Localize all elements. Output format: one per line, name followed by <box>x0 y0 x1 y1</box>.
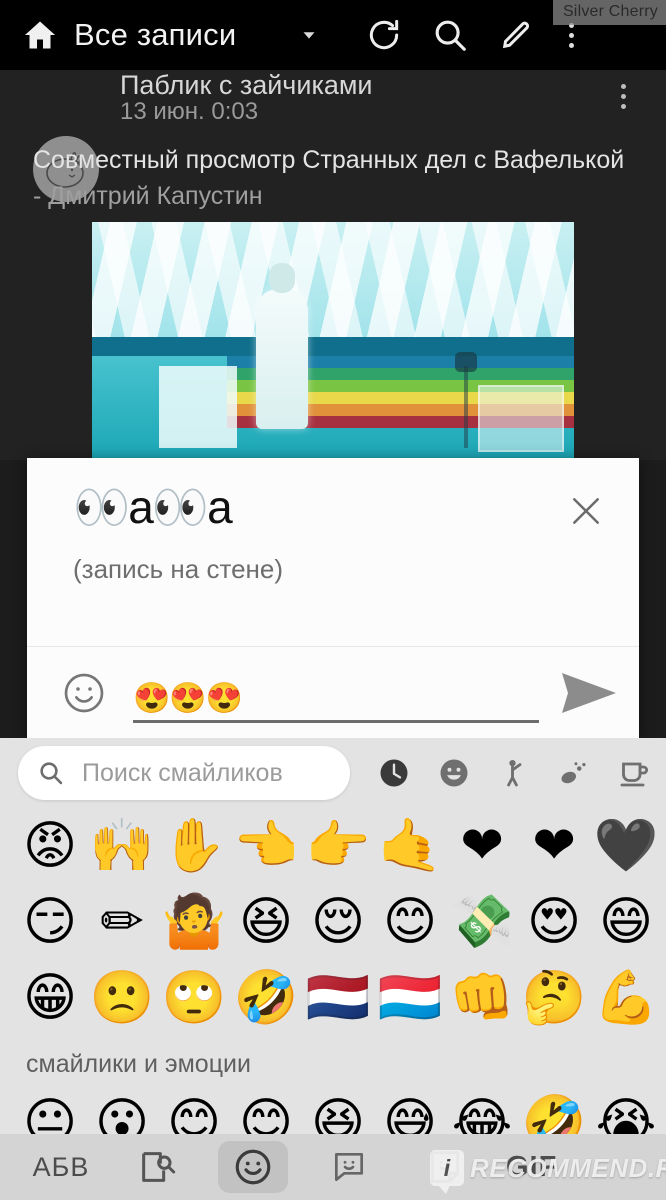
smiley-outline-icon[interactable] <box>57 666 111 720</box>
dialog-title: 👀a👀a <box>73 481 233 533</box>
home-icon[interactable] <box>20 15 60 55</box>
comment-dialog: 👀a👀a (запись на стене) 😍😍😍 <box>27 458 639 738</box>
emoji-row: 😡 🙌 ✋ 👈 👉 🤙 ❤ ❤ 🖤 <box>0 808 666 884</box>
post-author[interactable]: Паблик с зайчиками <box>120 70 373 101</box>
emoji-category-people[interactable] <box>490 749 538 797</box>
emoji-grid: 😡 🙌 ✋ 👈 👉 🤙 ❤ ❤ 🖤 😏 ✏ 🤷 😆 😌 😊 💸 😍 😄 😁 🙁 … <box>0 808 666 1148</box>
post-overflow-menu-icon[interactable] <box>621 84 626 109</box>
emoji-cell[interactable]: 😏 <box>14 886 86 958</box>
page-title: Все записи <box>74 17 237 52</box>
emoji-section-label: смайлики и эмоции <box>26 1050 251 1078</box>
post-text-line-2: - Дмитрий Капустин <box>33 182 263 210</box>
emoji-cell[interactable]: 😌 <box>302 886 374 958</box>
emoji-cell[interactable]: ❤ <box>518 810 590 882</box>
image-search-icon[interactable] <box>122 1141 192 1193</box>
emoji-cell[interactable]: 😡 <box>14 810 86 882</box>
overflow-menu-icon[interactable] <box>554 22 588 48</box>
comment-input-value: 😍😍😍 <box>133 681 243 715</box>
emoji-category-nature[interactable] <box>550 749 598 797</box>
emoji-cell[interactable]: 😁 <box>14 962 86 1034</box>
emoji-row: 😁 🙁 🙄 🤣 🇳🇱 🇱🇺 👊 🤔 💪 <box>0 960 666 1036</box>
emoji-category-recent[interactable] <box>370 749 418 797</box>
emoji-cell[interactable]: ✋ <box>158 810 230 882</box>
emoji-cell[interactable]: 🤔 <box>518 962 590 1034</box>
emoji-row: 😏 ✏ 🤷 😆 😌 😊 💸 😍 😄 <box>0 884 666 960</box>
comment-input[interactable]: 😍😍😍 <box>133 663 539 723</box>
smiley-icon[interactable] <box>218 1141 288 1193</box>
emoji-cell[interactable]: 🤙 <box>374 810 446 882</box>
watermark-text: RECOMMEND.RU <box>470 1152 666 1183</box>
watermark-recommend: i RECOMMEND.RU <box>430 1150 666 1194</box>
emoji-cell[interactable]: 😆 <box>230 886 302 958</box>
emoji-cell[interactable]: 🤷 <box>158 886 230 958</box>
emoji-cell[interactable]: 🙌 <box>86 810 158 882</box>
emoji-cell[interactable]: 😍 <box>518 886 590 958</box>
emoji-keyboard: Поиск смайликов 😡 🙌 ✋ 👈 👉 🤙 ❤ ❤ 🖤 😏 ✏ 🤷 … <box>0 738 666 1200</box>
emoji-category-smileys[interactable] <box>430 749 478 797</box>
emoji-search-placeholder: Поиск смайликов <box>82 758 283 787</box>
watermark-top: Silver Cherry <box>552 0 666 25</box>
emoji-cell[interactable]: 👈 <box>230 810 302 882</box>
emoji-cell[interactable]: 🖤 <box>590 810 662 882</box>
keyboard-top-bar: Поиск смайликов <box>0 738 666 808</box>
post-text-line-1: Совместный просмотр Странных дел с Вафел… <box>33 146 625 174</box>
pencil-icon[interactable] <box>490 9 542 61</box>
post-text: Совместный просмотр Странных дел с Вафел… <box>33 142 643 214</box>
comment-composer: 😍😍😍 <box>27 646 639 738</box>
emoji-cell[interactable]: 🇳🇱 <box>302 962 374 1034</box>
search-icon[interactable] <box>424 9 476 61</box>
post-date: 13 июн. 0:03 <box>120 98 259 125</box>
search-icon <box>36 758 66 788</box>
emoji-cell[interactable]: ✏ <box>86 886 158 958</box>
watermark-badge: i <box>430 1150 464 1194</box>
emoji-cell[interactable]: 👉 <box>302 810 374 882</box>
post-media-thumbnail[interactable] <box>92 222 574 460</box>
emoji-cell[interactable]: ❤ <box>446 810 518 882</box>
keyboard-abc-button[interactable]: АБВ <box>26 1141 96 1193</box>
close-icon[interactable] <box>563 488 609 534</box>
emoji-cell[interactable]: 🙁 <box>86 962 158 1034</box>
chevron-down-icon[interactable] <box>296 22 322 48</box>
emoji-cell[interactable]: 💸 <box>446 886 518 958</box>
emoji-cell[interactable]: 💪 <box>590 962 662 1034</box>
emoji-category-food[interactable] <box>610 749 658 797</box>
send-icon[interactable] <box>553 669 625 717</box>
feed: Паблик с зайчиками 13 июн. 0:03 Совместн… <box>0 70 666 460</box>
emoji-search-input[interactable]: Поиск смайликов <box>18 746 350 800</box>
dialog-subtitle: (запись на стене) <box>73 554 284 584</box>
emoji-cell[interactable]: 🙄 <box>158 962 230 1034</box>
emoji-cell[interactable]: 😊 <box>374 886 446 958</box>
keyboard-abc-label: АБВ <box>32 1151 90 1182</box>
sticker-smiley-icon[interactable] <box>314 1141 384 1193</box>
post-header: Паблик с зайчиками 13 июн. 0:03 <box>0 70 666 132</box>
emoji-category-tabs <box>370 749 666 797</box>
refresh-icon[interactable] <box>358 9 410 61</box>
emoji-cell[interactable]: 😄 <box>590 886 662 958</box>
app-root: Все записи Silver Cherry Паблик с зайчик… <box>0 0 666 1200</box>
emoji-cell[interactable]: 👊 <box>446 962 518 1034</box>
emoji-cell[interactable]: 🤣 <box>230 962 302 1034</box>
emoji-cell[interactable]: 🇱🇺 <box>374 962 446 1034</box>
